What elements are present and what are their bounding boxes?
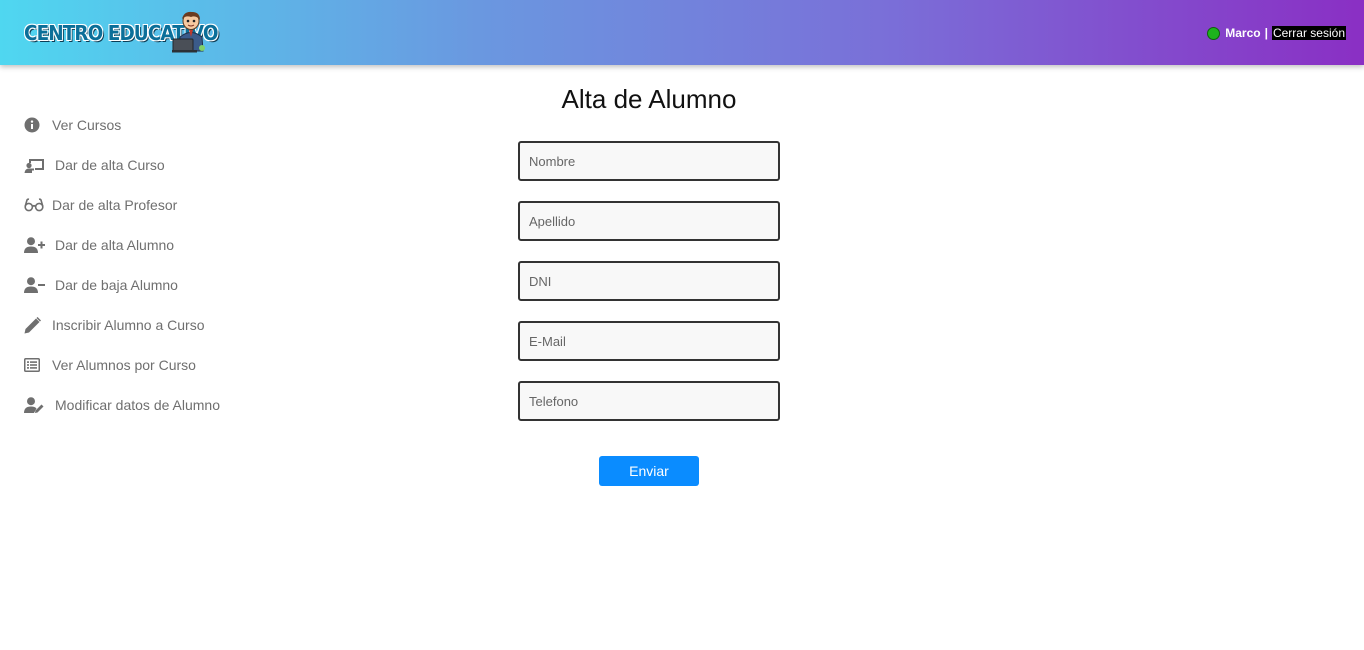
enviar-button[interactable]: Enviar (599, 456, 699, 486)
pencil-icon (24, 316, 46, 334)
email-field[interactable] (518, 321, 780, 361)
page-title: Alta de Alumno (561, 84, 737, 114)
sidebar-item-label: Inscribir Alumno a Curso (52, 317, 205, 333)
sidebar-item-label: Dar de alta Alumno (55, 237, 175, 253)
sidebar-item-alta-alumno[interactable]: Dar de alta Alumno (24, 225, 284, 265)
sidebar-item-label: Modificar datos de Alumno (55, 397, 220, 413)
sidebar-item-ver-alumnos[interactable]: Ver Alumnos por Curso (24, 345, 284, 385)
user-minus-icon (24, 276, 49, 294)
user-edit-icon (24, 396, 49, 414)
sidebar-item-ver-cursos[interactable]: Ver Cursos (24, 105, 284, 145)
chalkboard-teacher-icon (24, 156, 49, 174)
sidebar-item-label: Ver Alumnos por Curso (52, 357, 196, 373)
sidebar-item-inscribir-alumno[interactable]: Inscribir Alumno a Curso (24, 305, 284, 345)
list-icon (24, 356, 46, 374)
sidebar-item-alta-profesor[interactable]: Dar de alta Profesor (24, 185, 284, 225)
sidebar-item-label: Dar de baja Alumno (55, 277, 178, 293)
student-laptop-icon (172, 11, 205, 53)
dni-field[interactable] (518, 261, 780, 301)
sidebar-item-label: Ver Cursos (52, 117, 122, 133)
alta-alumno-form (518, 141, 780, 441)
user-name: Marco (1225, 26, 1261, 40)
online-status-icon (1207, 26, 1221, 40)
telefono-field[interactable] (518, 381, 780, 421)
sidebar: Ver Cursos Dar de alta Curso Dar de alta… (24, 105, 284, 425)
sidebar-item-modificar-alumno[interactable]: Modificar datos de Alumno (24, 385, 284, 425)
logout-link[interactable]: Cerrar sesión (1271, 26, 1346, 40)
sidebar-item-label: Dar de alta Profesor (52, 197, 178, 213)
top-header: CENTRO EDUCATIVO Marco | Cerrar sesión (0, 0, 1364, 65)
nombre-field[interactable] (518, 141, 780, 181)
user-separator: | (1264, 26, 1268, 40)
info-circle-icon (24, 116, 46, 134)
user-plus-icon (24, 236, 49, 254)
user-area: Marco | Cerrar sesión (1207, 26, 1346, 40)
apellido-field[interactable] (518, 201, 780, 241)
glasses-icon (24, 196, 46, 214)
sidebar-item-alta-curso[interactable]: Dar de alta Curso (24, 145, 284, 185)
logo[interactable]: CENTRO EDUCATIVO (24, 10, 234, 55)
sidebar-item-baja-alumno[interactable]: Dar de baja Alumno (24, 265, 284, 305)
sidebar-item-label: Dar de alta Curso (55, 157, 165, 173)
